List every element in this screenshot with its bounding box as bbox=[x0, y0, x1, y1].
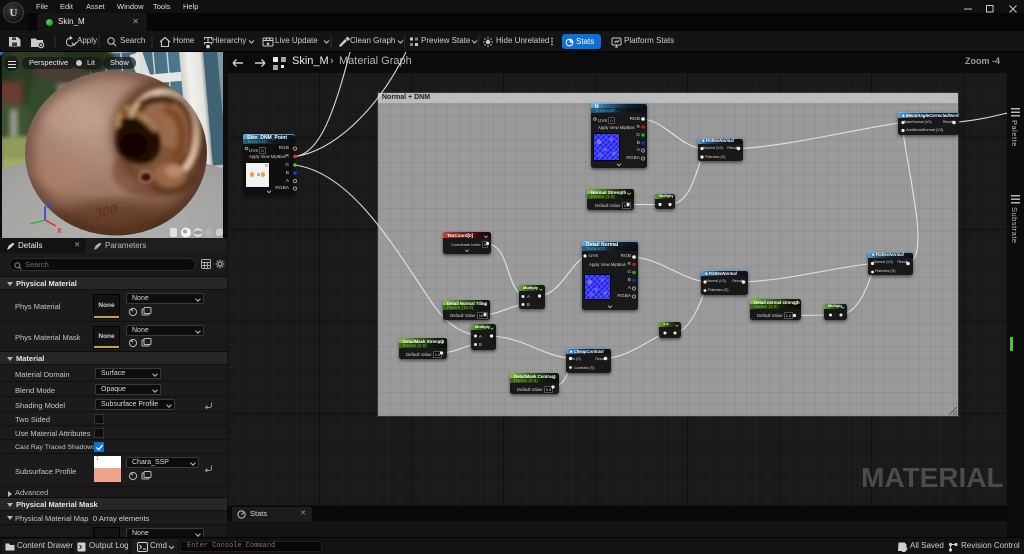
svg-text:X: X bbox=[57, 228, 62, 235]
svg-text:Z: Z bbox=[47, 203, 52, 210]
